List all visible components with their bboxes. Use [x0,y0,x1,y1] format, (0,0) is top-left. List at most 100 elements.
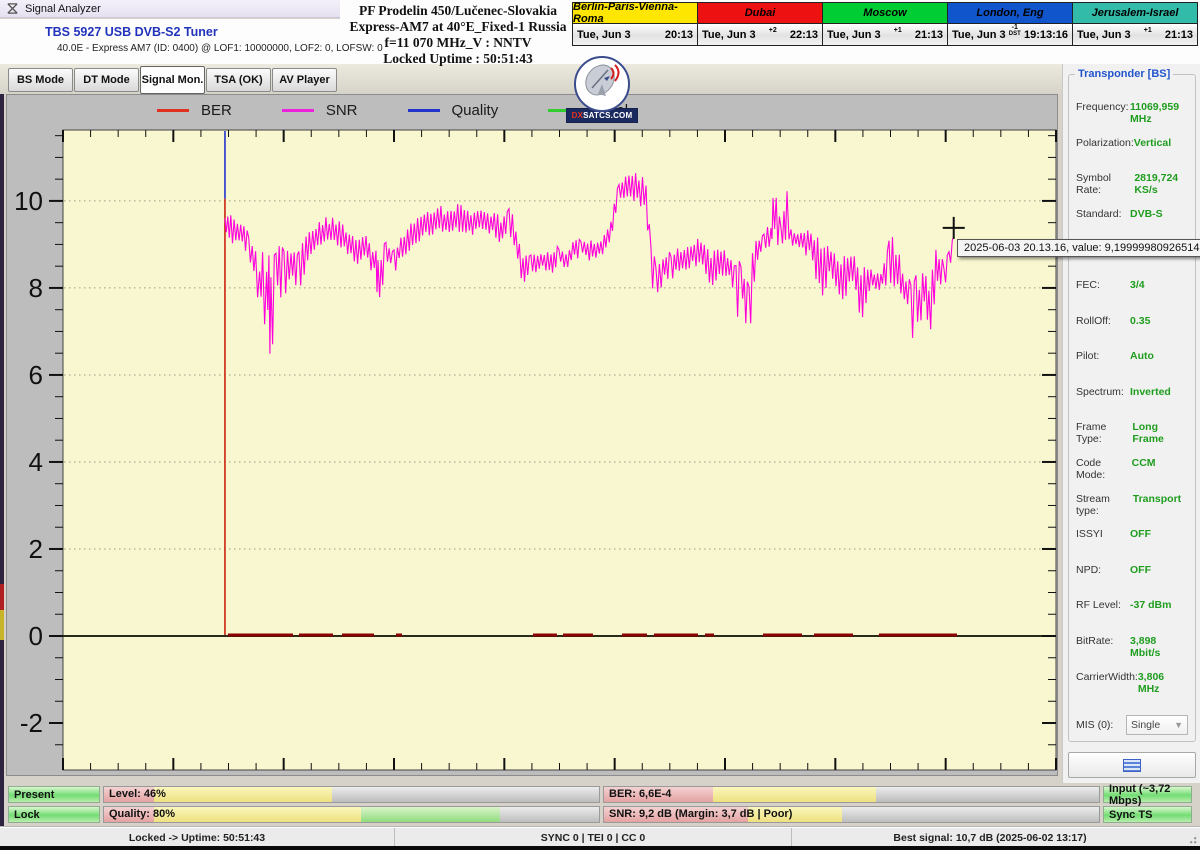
tp-row-label: ISSYI [1076,528,1103,540]
tp-row-pilot: Pilot:Auto [1076,350,1188,362]
y-tick-label-2: 2 [29,534,43,564]
clock-date: Tue, Jun 3 [702,29,756,41]
tp-row-label: RollOff: [1076,315,1111,327]
tab-signal-mon[interactable]: Signal Mon. [140,66,205,94]
clock-time-row: Tue, Jun 3-1DST19:13:16 [948,24,1072,45]
tp-row-label: NPD: [1076,564,1101,576]
tp-row-value: -37 dBm [1130,599,1188,611]
tp-row-frequency: Frequency:11069,959 MHz [1076,101,1188,125]
site-info: PF Prodelin 450/Lučenec-Slovakia Express… [346,3,570,67]
tp-row-symbol-rate: Symbol Rate:2819,724 KS/s [1076,172,1188,196]
tp-row-fec: FEC:3/4 [1076,279,1188,291]
tp-row-standard: Standard:DVB-S [1076,208,1188,220]
chart-tool-icon [1123,759,1141,772]
tab-dt-mode[interactable]: DT Mode [74,68,139,92]
clock-time-value: 21:13 [1165,29,1193,41]
tp-row-value: Vertical [1134,137,1188,149]
chevron-down-icon: ▼ [1174,720,1183,730]
y-tick-label-8: 8 [29,273,43,303]
clock-utc-offset: -1DST [1006,24,1024,38]
tp-row-value: 11069,959 MHz [1130,101,1188,125]
tp-row-value: 0.35 [1130,315,1188,327]
y-tick-label-0: 0 [29,621,43,651]
clock-dubai: DubaiTue, Jun 3+222:13 [698,3,823,45]
meter-snr: SNR: 9,2 dB (Margin: 3,7 dB | Poor) [603,806,1100,823]
tp-row-npd: NPD: OFF [1076,564,1188,576]
meter-zone-yellow [713,787,876,802]
chart-tool-button[interactable] [1068,752,1196,778]
tp-row-label: Frame Type: [1076,421,1132,445]
y-tick-label-6: 6 [29,360,43,390]
signal-chart[interactable]: 1086420-2 [7,95,1059,777]
y-tick-label--2: -2 [20,708,43,738]
tp-row-carrierwidth: CarrierWidth:3,806 MHz [1076,671,1188,695]
tp-row-value: OFF [1130,528,1188,540]
meter-label: SNR: 9,2 dB (Margin: 3,7 dB | Poor) [609,808,792,820]
meter-label: Level: 46% [109,788,166,800]
clock-time-row: Tue, Jun 320:13 [573,24,697,45]
tp-row-value: Inverted [1130,386,1188,398]
site-line-3: f=11 070 MHz_V : NNTV [346,35,570,51]
clock-date: Tue, Jun 3 [1077,29,1131,41]
clock-date: Tue, Jun 3 [827,29,881,41]
indicator-bars: PresentLockInput (~3,72 Mbps)Sync TSLeve… [0,783,1200,827]
mis-label: MIS (0): [1076,719,1113,731]
tp-row-rf-level: RF Level:-37 dBm [1076,599,1188,611]
tp-row-label: CarrierWidth: [1076,671,1138,683]
logo-dish-icon [574,56,630,112]
transponder-groupbox: Transponder [BS] Frequency:11069,959 MHz… [1068,74,1196,742]
lamp-present: Present [8,786,100,803]
dxsatcs-logo: DXSATCS.COM [566,56,638,123]
tp-row-spectrum: Spectrum:Inverted [1076,386,1188,398]
lamp-lock: Lock [8,806,100,823]
tuner-info: TBS 5927 USB DVB-S2 Tuner 40.0E - Expres… [45,25,383,54]
mis-selected-value: Single [1131,719,1160,731]
clock-date: Tue, Jun 3 [577,29,631,41]
tab-av-player[interactable]: AV Player [272,68,337,92]
tp-row-value: CCM [1132,457,1188,469]
clock-london-eng: London, EngTue, Jun 3-1DST19:13:16 [948,3,1073,45]
status-uptime: Locked -> Uptime: 50:51:43 [0,828,395,847]
status-bar: Locked -> Uptime: 50:51:43 SYNC 0 | TEI … [0,827,1200,847]
tp-row-label: Polarization: [1076,137,1134,149]
meter-label: BER: 6,6E-4 [609,788,671,800]
site-line-1: PF Prodelin 450/Lučenec-Slovakia [346,3,570,19]
meter-label: Quality: 80% [109,808,175,820]
bottom-edge [0,846,1200,850]
tp-row-label: Stream type: [1076,493,1133,517]
meter-level: Level: 46% [103,786,600,803]
mis-select[interactable]: Single ▼ [1126,715,1188,735]
clock-utc-offset: +1 [1131,27,1165,34]
tp-row-value: 3,806 MHz [1138,671,1188,695]
meter-zone-green [361,807,500,822]
tab-bs-mode[interactable]: BS Mode [8,68,73,92]
clock-time-value: 21:13 [915,29,943,41]
tp-row-label: Symbol Rate: [1076,172,1134,196]
chart-tooltip: 2025-06-03 20.13.16, value: 9,1999998092… [957,239,1200,257]
tp-row-value: OFF [1130,564,1188,576]
clock-city-label: Moscow [823,3,947,24]
tp-row-frame-type: Frame Type:Long Frame [1076,421,1188,445]
mis-row: MIS (0): Single ▼ [1076,715,1188,735]
clock-moscow: Moscow Tue, Jun 3+121:13 [823,3,948,45]
tp-row-label: Frequency: [1076,101,1129,113]
tp-row-label: BitRate: [1076,635,1113,647]
desktop-edge-strip [0,94,4,846]
desktop-strip-red [0,584,4,610]
clock-date: Tue, Jun 3 [952,29,1006,41]
tp-row-value: Long Frame [1132,421,1188,445]
status-best-signal: Best signal: 10,7 dB (2025-06-02 13:17) [792,828,1188,847]
tp-row-stream-type: Stream type:Transport [1076,493,1188,517]
tp-row-issyi: ISSYI OFF [1076,528,1188,540]
clock-time-row: Tue, Jun 3+222:13 [698,24,822,45]
tab-tsa-ok[interactable]: TSA (OK) [206,68,271,92]
clock-utc-offset: +1 [881,27,915,34]
clock-berlin-paris-vienna-roma: Berlin-Paris-Vienna-RomaTue, Jun 320:13 [573,3,698,45]
tuner-title: TBS 5927 USB DVB-S2 Tuner [45,25,383,39]
clock-time-value: 19:13:16 [1024,29,1068,41]
lamp-sync-ts: Sync TS [1103,806,1192,823]
transponder-sidebar: Transponder [BS] Frequency:11069,959 MHz… [1062,64,1200,783]
window-title: Signal Analyzer [25,3,101,15]
tp-row-rolloff: RollOff: 0.35 [1076,315,1188,327]
tp-row-code-mode: Code Mode:CCM [1076,457,1188,481]
